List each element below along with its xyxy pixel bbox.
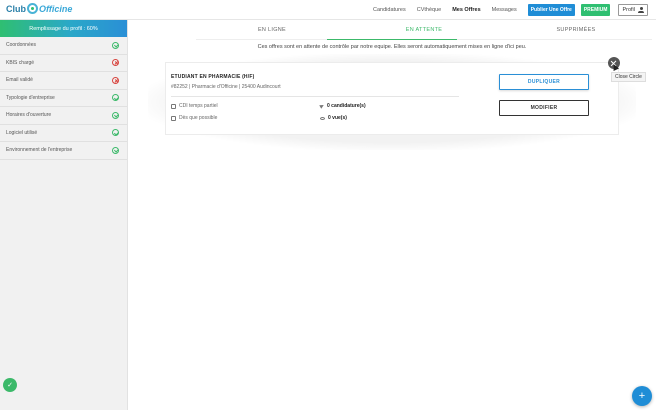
sidebar-item-environnement[interactable]: Environnement de l'entreprise	[0, 142, 127, 160]
offer-contract: CDI temps partiel	[171, 103, 218, 109]
offer-views: 0 vue(s)	[320, 115, 347, 121]
sidebar-item-kbis[interactable]: KBIS chargé	[0, 55, 127, 72]
offer-start-date: Dès que possible	[171, 115, 217, 121]
eye-icon	[320, 116, 325, 120]
sidebar-item-label: Environnement de l'entreprise	[6, 147, 73, 154]
main-nav: Candidatures CVthèque Mes Offres Message…	[373, 0, 656, 20]
sidebar-item-label: Typologie d'entreprise	[6, 94, 55, 101]
sidebar-item-coordonnees[interactable]: Coordonnées	[0, 37, 127, 55]
check-circle-icon	[112, 111, 119, 119]
offer-card: ETUDIANT EN PHARMACIE (H/F) #82252 | Pha…	[165, 62, 619, 135]
check-circle-icon	[112, 94, 119, 102]
logo-text-officine: Officine	[39, 3, 73, 14]
start-text: Dès que possible	[179, 115, 218, 121]
sidebar-item-label: KBIS chargé	[6, 59, 35, 66]
sidebar-item-label: Coordonnées	[6, 42, 37, 49]
check-circle-icon	[112, 41, 119, 49]
check-icon: ✓	[7, 382, 13, 389]
sidebar-item-logiciel[interactable]: Logiciel utilisé	[0, 125, 127, 142]
active-tab-indicator	[327, 39, 457, 40]
check-circle-icon	[112, 146, 119, 154]
duplicate-button[interactable]: DUPLIQUER	[499, 74, 589, 90]
close-tooltip: Close Circle	[611, 72, 646, 82]
nav-messages[interactable]: Messages	[492, 7, 517, 13]
contract-text: CDI temps partiel	[179, 103, 218, 109]
offer-title[interactable]: ETUDIANT EN PHARMACIE (H/F)	[171, 74, 254, 80]
cross-circle-icon	[112, 76, 119, 84]
tab-en-attente[interactable]: EN ATTENTE	[348, 27, 500, 39]
pending-notice: Ces offres sont en attente de contrôle p…	[257, 44, 527, 50]
check-circle-icon	[112, 129, 119, 137]
views-text: 0 vue(s)	[328, 115, 347, 121]
user-icon	[638, 7, 644, 13]
offer-status-tabs: EN LIGNE EN ATTENTE SUPPRIMÉES	[196, 27, 652, 39]
sidebar-item-horaires[interactable]: Horaires d'ouverture	[0, 107, 127, 125]
nav-candidatures[interactable]: Candidatures	[373, 7, 406, 13]
tab-supprimees[interactable]: SUPPRIMÉES	[500, 27, 652, 39]
profile-completion-banner: Remplissage du profil : 60%	[0, 20, 127, 37]
logo-icon	[27, 3, 38, 14]
publish-offer-button[interactable]: Publier Une Offre	[527, 4, 575, 16]
profile-button[interactable]: Profil	[618, 4, 648, 16]
briefcase-icon	[171, 103, 176, 109]
offer-subtitle: #82252 | Pharmacie d'Officine | 25400 Au…	[171, 84, 281, 90]
cross-circle-icon	[112, 59, 119, 67]
sidebar-item-email[interactable]: Email validé	[0, 72, 127, 90]
sidebar-item-label: Horaires d'ouverture	[6, 112, 52, 119]
sidebar-item-typologie[interactable]: Typologie d'entreprise	[0, 90, 127, 107]
nav-mes-offres[interactable]: Mes Offres	[452, 7, 480, 13]
profile-completion-sidebar: Remplissage du profil : 60% Coordonnées …	[0, 20, 128, 410]
applications-text: 0 candidature(s)	[327, 103, 366, 109]
premium-button[interactable]: PREMIUM	[580, 4, 611, 16]
club-officine-logo[interactable]: Club Officine	[6, 3, 72, 14]
edit-button[interactable]: MODIFIER	[499, 100, 589, 116]
send-icon	[319, 103, 325, 109]
nav-cvtheque[interactable]: CVthèque	[417, 7, 441, 13]
sidebar-item-label: Email validé	[6, 77, 33, 84]
offer-applications: 0 candidature(s)	[319, 103, 366, 109]
calendar-icon	[171, 115, 176, 121]
top-navbar: Club Officine Candidatures CVthèque Mes …	[0, 0, 656, 20]
logo-text-club: Club	[6, 3, 26, 14]
card-divider	[171, 96, 459, 97]
tab-en-ligne[interactable]: EN LIGNE	[196, 27, 348, 39]
help-chat-button[interactable]: ✓	[3, 378, 17, 392]
sidebar-item-label: Logiciel utilisé	[6, 129, 38, 136]
profile-label: Profil	[622, 7, 635, 13]
add-button[interactable]: +	[632, 386, 652, 406]
